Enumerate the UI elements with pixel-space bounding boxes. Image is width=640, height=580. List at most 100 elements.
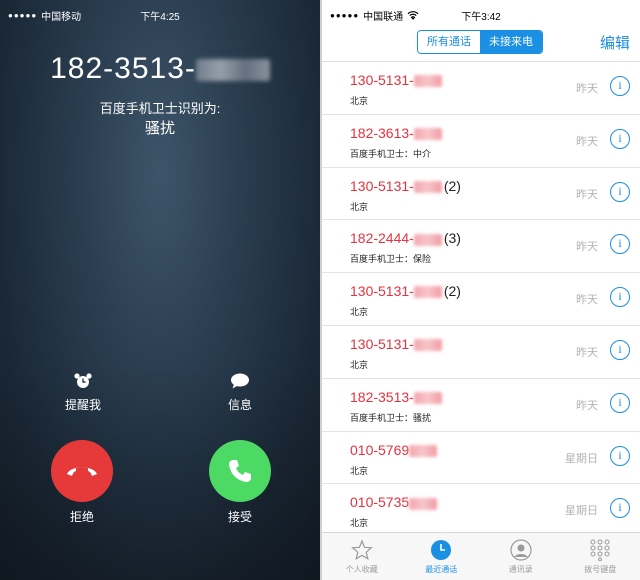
accept-label: 接受: [227, 510, 252, 524]
screenshot-pair: ●●●●● 中国移动 下午4:25 182-3513- 百度手机卫士识别为: 骚…: [0, 0, 640, 580]
call-number: 130-5131- (2): [350, 178, 461, 194]
call-date: 星期日: [565, 452, 598, 465]
carrier-name: 中国移动: [41, 11, 82, 23]
call-date: 昨天: [576, 399, 598, 412]
call-row[interactable]: 130-5131- (2) 北京 昨天 i: [322, 168, 640, 221]
recent-calls-list: 130-5131- 北京 昨天 i 182-3613- 百度手机卫士：中介 昨天 i 130-5…: [322, 62, 640, 538]
call-number-text: 182-2444-: [350, 230, 414, 247]
keypad-icon: [590, 539, 610, 561]
incoming-call-screen: ●●●●● 中国移动 下午4:25 182-3513- 百度手机卫士识别为: 骚…: [0, 0, 320, 580]
segment-missed-calls[interactable]: 未接来电: [480, 31, 542, 53]
message-button[interactable]: 信息: [205, 372, 275, 413]
remind-me-button[interactable]: 提醒我: [48, 372, 118, 413]
info-icon[interactable]: i: [610, 498, 630, 519]
redacted-digits: [195, 59, 270, 82]
caller-id-label: 百度手机卫士识别为:: [99, 101, 221, 116]
tab-favorites[interactable]: 个人收藏: [322, 533, 402, 580]
call-row[interactable]: 182-3613- 百度手机卫士：中介 昨天 i: [322, 115, 640, 168]
redacted-digits: [409, 497, 438, 510]
edit-button[interactable]: 编辑: [600, 32, 630, 53]
call-location: 北京: [350, 201, 369, 212]
redacted-digits: [413, 339, 442, 352]
redacted-digits: [413, 180, 442, 193]
call-location: 百度手机卫士：中介: [350, 148, 432, 159]
call-location: 北京: [350, 307, 369, 318]
call-number-text: 010-5735: [350, 494, 410, 511]
redacted-digits: [409, 444, 438, 457]
alarm-clock-icon: [74, 373, 92, 388]
decline-button[interactable]: [51, 440, 113, 502]
call-date: 昨天: [576, 241, 598, 254]
info-icon[interactable]: i: [610, 234, 630, 255]
caller-number-text: 182-3513-: [50, 52, 196, 85]
message-label: 信息: [227, 398, 252, 412]
info-icon[interactable]: i: [610, 287, 630, 308]
call-date: 昨天: [576, 294, 598, 307]
accept-button[interactable]: [209, 440, 271, 502]
call-number: 130-5131- (2): [350, 283, 461, 299]
redacted-digits: [413, 75, 442, 88]
call-date: 昨天: [576, 135, 598, 148]
caller-number: 182-3513-: [0, 52, 320, 86]
contact-icon: [510, 539, 532, 561]
redacted-digits: [413, 128, 442, 141]
call-location: 北京: [350, 359, 369, 370]
call-row[interactable]: 130-5131- (2) 北京 昨天 i: [322, 273, 640, 326]
star-icon: [350, 539, 373, 561]
call-row[interactable]: 130-5131- 北京 昨天 i: [322, 62, 640, 115]
tab-recents-label: 最近通话: [425, 565, 458, 574]
call-number: 130-5131-: [350, 336, 444, 352]
tab-keypad-label: 拨号键盘: [584, 565, 617, 574]
call-row[interactable]: 130-5131- 北京 昨天 i: [322, 326, 640, 379]
call-number: 182-3613-: [350, 125, 444, 141]
status-bar: ●●●●● 中国移动 下午4:25: [8, 8, 312, 23]
tab-keypad[interactable]: 拨号键盘: [561, 533, 640, 580]
segment-all-calls[interactable]: 所有通话: [418, 31, 480, 53]
message-bubble-icon: [231, 373, 249, 389]
tab-contacts[interactable]: 通讯录: [481, 533, 561, 580]
call-location: 北京: [350, 465, 369, 476]
tab-bar: 个人收藏 最近通话 通讯录 拨号键盘: [322, 532, 640, 580]
signal-dots: ●●●●●: [330, 10, 360, 20]
call-date: 星期日: [565, 505, 598, 518]
call-row[interactable]: 010-5769 北京 星期日 i: [322, 432, 640, 485]
info-icon[interactable]: i: [610, 76, 630, 96]
hang-up-icon: [67, 467, 97, 476]
redacted-digits: [413, 286, 442, 299]
call-count: (2): [443, 283, 461, 300]
tab-recents[interactable]: 最近通话: [402, 533, 482, 580]
status-bar: ●●●●● 中国联通 下午3:42: [330, 8, 632, 23]
status-time: 下午4:25: [140, 11, 180, 23]
info-icon[interactable]: i: [610, 128, 630, 149]
redacted-digits: [413, 392, 442, 405]
call-date: 昨天: [576, 188, 598, 201]
info-icon[interactable]: i: [610, 445, 630, 466]
call-count: (2): [443, 177, 461, 194]
call-row[interactable]: 182-3513- 百度手机卫士：骚扰 昨天 i: [322, 379, 640, 432]
call-number-text: 130-5131-: [350, 177, 414, 194]
call-filter-segmented-control: 所有通话 未接来电: [417, 30, 543, 54]
call-number-text: 130-5131-: [350, 283, 414, 300]
call-number: 010-5769: [350, 442, 439, 458]
info-icon[interactable]: i: [610, 392, 630, 413]
call-number: 182-3513-: [350, 389, 444, 405]
call-row[interactable]: 182-2444- (3) 百度手机卫士：保险 昨天 i: [322, 220, 640, 274]
info-icon[interactable]: i: [610, 181, 630, 202]
tab-contacts-label: 通讯录: [508, 565, 533, 574]
call-location: 百度手机卫士：保险: [350, 254, 432, 265]
info-icon[interactable]: i: [610, 339, 630, 360]
call-number-text: 010-5769: [350, 441, 410, 458]
call-number: 010-5735: [350, 494, 439, 510]
recent-calls-screen: ●●●●● 中国联通 下午3:42 所有通话 未接来电 编辑 130-5131-…: [322, 0, 640, 580]
call-location: 北京: [350, 518, 369, 529]
call-date: 昨天: [576, 83, 598, 95]
clock-icon: [431, 540, 452, 560]
tab-favorites-label: 个人收藏: [345, 565, 378, 574]
signal-dots: ●●●●●: [8, 10, 38, 20]
call-row[interactable]: 010-5735 北京 星期日 i: [322, 484, 640, 538]
redacted-digits: [413, 233, 442, 246]
call-count: (3): [443, 230, 461, 247]
call-date: 昨天: [576, 346, 598, 359]
wifi-icon: [407, 10, 419, 20]
call-number-text: 182-3613-: [350, 124, 414, 141]
